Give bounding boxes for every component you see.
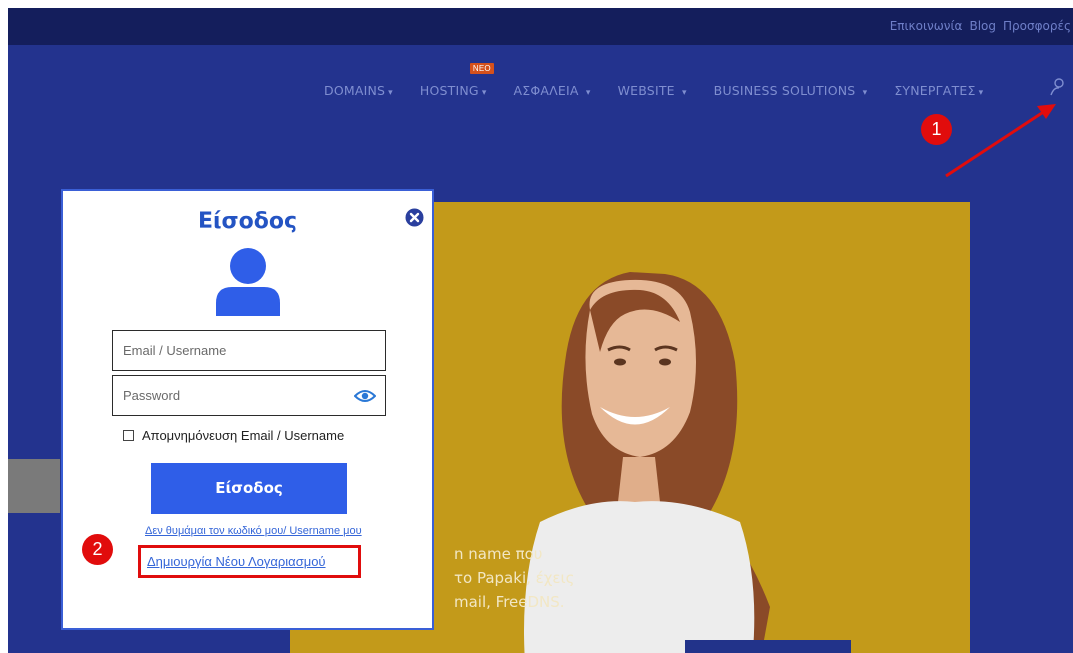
remember-checkbox[interactable] xyxy=(123,430,134,441)
contact-link[interactable]: Επικοινωνία xyxy=(890,19,963,33)
login-modal: Είσοδος Απομνημόνευση Email / Username Ε… xyxy=(61,189,434,630)
top-bar: Επικοινωνία Blog Προσφορές xyxy=(8,8,1073,45)
hero-cta-button[interactable] xyxy=(685,640,851,653)
annotation-highlight-box: Δημιουργία Νέου Λογαριασμού xyxy=(138,545,361,578)
nav-item-label: HOSTING xyxy=(419,83,479,98)
forgot-password-link[interactable]: Δεν θυμάμαι τον κωδικό μου/ Username μου xyxy=(145,525,362,537)
user-icon[interactable] xyxy=(1050,78,1066,96)
nav-item-business-solutions[interactable]: BUSINESS SOLUTIONS ▾ xyxy=(714,83,868,98)
nav-item-domains[interactable]: DOMAINS ▾ xyxy=(324,83,393,98)
annotation-step-2-badge: 2 xyxy=(82,534,113,565)
nav-item-security[interactable]: ΑΣΦΑΛΕΙΑ ▾ xyxy=(514,83,591,98)
top-links: Επικοινωνία Blog Προσφορές xyxy=(890,19,1071,33)
nav-item-label: ΣΥΝΕΡΓΑΤΕΣ xyxy=(894,83,976,98)
eye-icon[interactable] xyxy=(354,389,376,403)
caret-down-icon: ▾ xyxy=(681,88,687,98)
caret-down-icon: ▾ xyxy=(585,88,591,98)
nav-item-label: DOMAINS xyxy=(324,83,386,98)
remember-me[interactable]: Απομνημόνευση Email / Username xyxy=(123,428,344,443)
nav-item-label: WEBSITE xyxy=(617,83,675,98)
close-icon[interactable] xyxy=(405,208,424,227)
hero-background-strip xyxy=(8,459,60,513)
nav-item-label: BUSINESS SOLUTIONS xyxy=(713,83,856,98)
annotation-arrow-icon xyxy=(945,104,1056,178)
password-input[interactable] xyxy=(113,376,385,415)
caret-down-icon: ▾ xyxy=(862,88,868,98)
hero-text-line: το Papaki, έχεις xyxy=(454,569,575,587)
website-screen: Επικοινωνία Blog Προσφορές DOMAINS ▾ NEO H… xyxy=(8,8,1073,653)
nav-menu: DOMAINS ▾ NEO HOSTING ▾ ΑΣΦΑΛΕΙΑ ▾ WEBSITE … xyxy=(324,63,1010,98)
offers-link[interactable]: Προσφορές xyxy=(1003,19,1071,33)
new-badge: NEO xyxy=(469,63,494,74)
nav-item-hosting[interactable]: NEO HOSTING ▾ xyxy=(419,63,494,98)
login-button[interactable]: Είσοδος xyxy=(151,463,347,514)
nav-item-label: ΑΣΦΑΛΕΙΑ xyxy=(513,83,579,98)
main-navigation: DOMAINS ▾ NEO HOSTING ▾ ΑΣΦΑΛΕΙΑ ▾ WEBSITE … xyxy=(8,45,1073,135)
hero-text: n name που το Papaki, έχεις mail, FreeDN… xyxy=(454,542,574,614)
hero-text-line: n name που xyxy=(454,545,543,563)
nav-item-partners[interactable]: ΣΥΝΕΡΓΑΤΕΣ ▾ xyxy=(894,83,983,98)
email-field[interactable] xyxy=(112,330,386,371)
password-field[interactable] xyxy=(112,375,386,416)
email-input[interactable] xyxy=(113,331,385,370)
hero-text-line: mail, FreeDNS. xyxy=(454,593,565,611)
caret-down-icon: ▾ xyxy=(388,88,393,98)
blog-link[interactable]: Blog xyxy=(969,19,996,33)
nav-item-website[interactable]: WEBSITE ▾ xyxy=(618,83,687,98)
caret-down-icon: ▾ xyxy=(978,88,984,98)
login-title: Είσοδος xyxy=(197,209,298,234)
remember-label: Απομνημόνευση Email / Username xyxy=(142,428,345,443)
avatar-icon xyxy=(216,248,280,316)
create-account-link[interactable]: Δημιουργία Νέου Λογαριασμού xyxy=(147,554,326,569)
caret-down-icon: ▾ xyxy=(481,88,487,98)
